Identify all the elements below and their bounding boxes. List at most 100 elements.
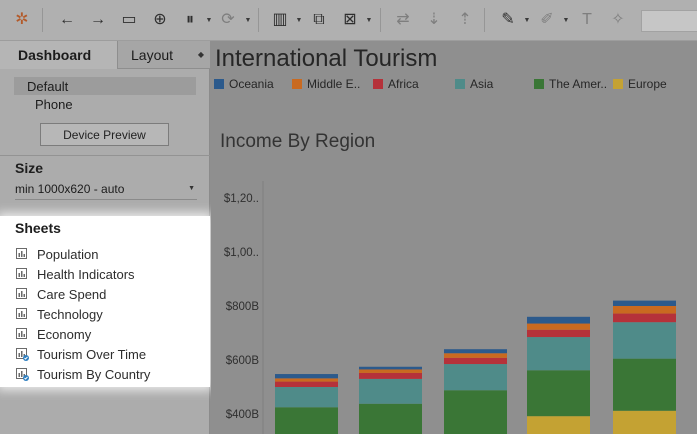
bar-segment-africa[interactable]	[275, 381, 338, 387]
sheet-item[interactable]: Tourism Over Time	[15, 344, 150, 364]
refresh-icon[interactable]: ⟳	[218, 10, 238, 30]
bar-segment-africa[interactable]	[359, 372, 422, 379]
bar-segment-oceania[interactable]	[613, 300, 676, 306]
bar-segment-asia[interactable]	[275, 387, 338, 408]
device-item-phone[interactable]: Phone	[14, 95, 196, 113]
y-tick-label: $1,00..	[224, 247, 259, 259]
y-tick-label: $800B	[226, 301, 260, 313]
search-box[interactable]	[641, 10, 697, 32]
sheet-used-icon	[15, 367, 29, 381]
toolbar-separator	[380, 8, 381, 32]
legend-item[interactable]: The Amer..	[534, 77, 607, 91]
bar-segment-africa[interactable]	[527, 329, 590, 338]
bar-segment-oceania[interactable]	[359, 366, 422, 370]
bar-segment-oceania[interactable]	[527, 316, 590, 324]
size-dropdown[interactable]: min 1000x620 - auto ▼	[15, 180, 197, 198]
tab-layout[interactable]: Layout ◆	[117, 41, 210, 69]
device-item-label: Default	[27, 78, 69, 94]
bar-segment-middle-east[interactable]	[527, 323, 590, 330]
text-label-icon[interactable]: T	[577, 10, 597, 30]
sheet-item[interactable]: Population	[15, 244, 150, 264]
bar-segment-the-americas[interactable]	[359, 403, 422, 434]
swap-axes-icon[interactable]: ⇄	[393, 10, 413, 30]
bar-segment-africa[interactable]	[613, 313, 676, 323]
income-by-region-chart[interactable]: $1,20.. $1,00.. $800B $600B $400B	[211, 151, 697, 434]
sheet-icon	[15, 267, 29, 281]
legend-label: Europe	[628, 77, 667, 91]
sheet-item[interactable]: Technology	[15, 304, 150, 324]
legend-item[interactable]: Europe	[613, 77, 667, 91]
legend-swatch	[292, 79, 302, 89]
sheet-item[interactable]: Health Indicators	[15, 264, 150, 284]
legend-item[interactable]: Asia	[455, 77, 493, 91]
legend-label: The Amer..	[549, 77, 608, 91]
legend-item[interactable]: Africa	[373, 77, 419, 91]
sheet-item-label: Technology	[37, 306, 103, 322]
sheet-item-label: Tourism Over Time	[37, 346, 147, 362]
duplicate-sheet-icon[interactable]: ⧉	[309, 10, 329, 30]
legend-label: Africa	[388, 77, 419, 91]
new-worksheet-icon[interactable]: ▥	[270, 10, 290, 30]
device-list: Default Phone	[14, 77, 196, 113]
y-tick-label: $600B	[226, 355, 260, 367]
legend-swatch	[214, 79, 224, 89]
bar-segment-middle-east[interactable]	[359, 369, 422, 373]
legend-swatch	[534, 79, 544, 89]
tab-dashboard[interactable]: Dashboard	[0, 41, 117, 69]
new-data-source-icon[interactable]: ⊕	[150, 10, 170, 30]
pin-icon[interactable]: ✧	[608, 10, 628, 30]
bar-segment-the-americas[interactable]	[613, 358, 676, 411]
save-icon[interactable]: ▭	[119, 10, 139, 30]
sheet-item[interactable]: Tourism By Country	[15, 364, 150, 384]
bar-segment-the-americas[interactable]	[444, 390, 507, 434]
attach-caret-icon[interactable]: ▼	[562, 16, 570, 24]
sheet-used-icon	[15, 347, 29, 361]
sort-ascending-icon[interactable]: ⇣	[424, 10, 444, 30]
sheet-icon	[15, 247, 29, 261]
bar-segment-the-americas[interactable]	[275, 407, 338, 434]
sheet-item[interactable]: Economy	[15, 324, 150, 344]
dashboard-title: International Tourism	[215, 45, 438, 72]
refresh-caret-icon[interactable]: ▼	[244, 16, 252, 24]
legend-item[interactable]: Middle E..	[292, 77, 360, 91]
bar-segment-asia[interactable]	[527, 337, 590, 371]
bar-segment-africa[interactable]	[444, 357, 507, 365]
panel-tabs: Dashboard Layout ◆	[0, 41, 210, 69]
highlight-caret-icon[interactable]: ▼	[523, 16, 531, 24]
attach-icon[interactable]: ✐	[537, 10, 557, 30]
sheet-item-label: Population	[37, 246, 99, 262]
sheet-list: Population Health Indicators Care Spend Tec…	[15, 244, 150, 384]
bar-segment-middle-east[interactable]	[444, 353, 507, 358]
highlight-icon[interactable]: ✎	[498, 10, 518, 30]
size-dropdown-underline	[15, 199, 197, 200]
bar-segment-oceania[interactable]	[275, 374, 338, 379]
pause-updates-caret-icon[interactable]: ▼	[205, 16, 213, 24]
device-item-default[interactable]: Default	[14, 77, 196, 95]
dashboard-canvas[interactable]: International Tourism Oceania Middle E.. A…	[211, 41, 697, 434]
sort-descending-icon[interactable]: ⇡	[455, 10, 475, 30]
undo-icon[interactable]: ←	[57, 10, 77, 30]
bar-segment-asia[interactable]	[359, 378, 422, 404]
device-preview-button[interactable]: Device Preview	[40, 123, 169, 146]
legend-swatch	[373, 79, 383, 89]
legend-item[interactable]: Oceania	[214, 77, 274, 91]
bar-segment-middle-east[interactable]	[275, 378, 338, 382]
sheet-icon	[15, 287, 29, 301]
bar-segment-middle-east[interactable]	[613, 306, 676, 314]
redo-icon[interactable]: →	[88, 10, 108, 30]
clear-sheet-icon[interactable]: ⊠	[340, 10, 360, 30]
sheet-item-label: Economy	[37, 326, 92, 342]
tableau-logo-icon[interactable]: ✲	[12, 10, 32, 30]
pause-updates-icon[interactable]: ⏸	[180, 10, 200, 30]
bar-segment-oceania[interactable]	[444, 349, 507, 354]
bar-segment-the-americas[interactable]	[527, 370, 590, 417]
new-worksheet-caret-icon[interactable]: ▼	[295, 16, 303, 24]
bar-segment-europe[interactable]	[613, 410, 676, 434]
clear-sheet-caret-icon[interactable]: ▼	[365, 16, 373, 24]
tab-dashboard-label: Dashboard	[18, 47, 92, 63]
bar-segment-europe[interactable]	[527, 416, 590, 434]
bar-segment-asia[interactable]	[444, 364, 507, 391]
sheet-item[interactable]: Care Spend	[15, 284, 150, 304]
chart-title: Income By Region	[220, 131, 376, 152]
bar-segment-asia[interactable]	[613, 322, 676, 359]
